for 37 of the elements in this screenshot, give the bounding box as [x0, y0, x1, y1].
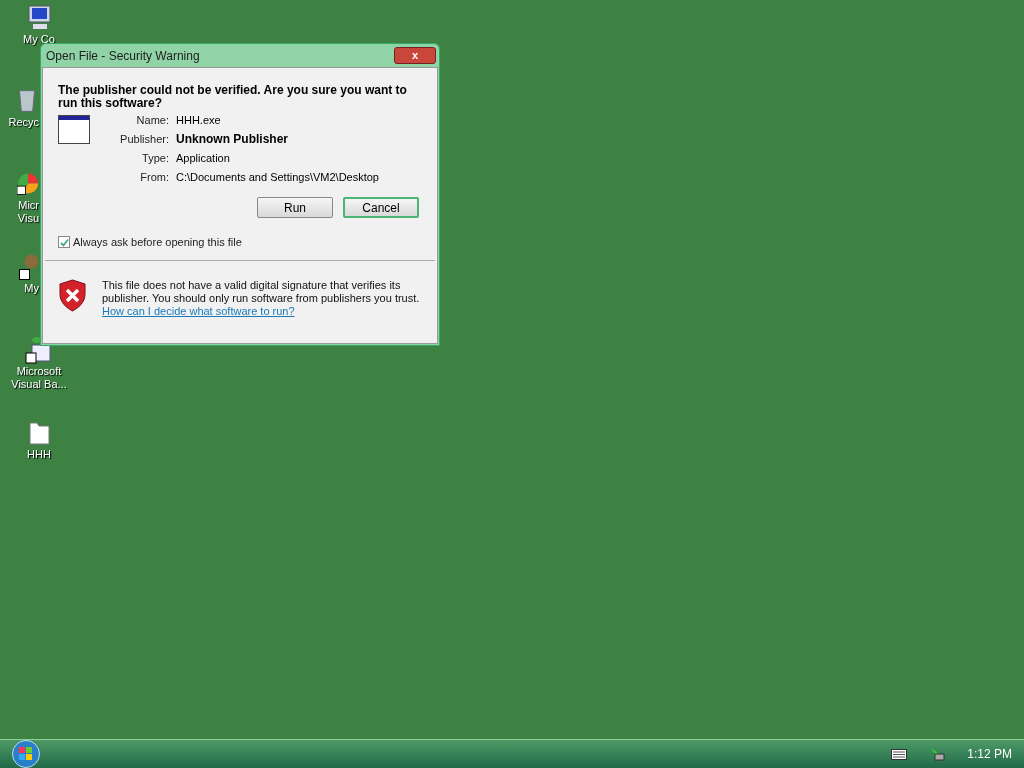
- field-value: Application: [176, 151, 231, 165]
- pie-chart-icon: [17, 171, 39, 197]
- close-button[interactable]: x: [394, 47, 436, 64]
- field-value: Unknown Publisher: [176, 132, 289, 146]
- checkmark-icon: [59, 237, 69, 247]
- icon-label: My: [24, 282, 39, 295]
- signature-warning: This file does not have a valid digital signature that verifies its publisher. You should only run software from publishers you trust.: [102, 278, 421, 305]
- icon-label: Microsoft: [16, 365, 62, 378]
- field-label: Name:: [135, 113, 170, 127]
- icon-label: Recyc: [8, 116, 39, 129]
- network-icon[interactable]: [929, 746, 946, 762]
- clock[interactable]: 1:12 PM: [967, 745, 1012, 763]
- start-button[interactable]: [12, 740, 40, 768]
- help-link[interactable]: How can I decide what software to run?: [102, 304, 422, 318]
- warning-question: The publisher could not be verified. Are you sure you want to run this software?: [58, 84, 408, 110]
- icon-label: HHH: [27, 448, 51, 461]
- field-label: Type:: [141, 151, 170, 165]
- program-icon: [24, 335, 54, 365]
- field-value: C:\Documents and Settings\VM2\Desktop: [176, 170, 379, 184]
- field-value: HHH.exe: [176, 113, 222, 127]
- icon-label: Visu: [17, 212, 39, 225]
- checkbox-label: Always ask before opening this file: [73, 235, 242, 250]
- field-label: From:: [139, 170, 170, 184]
- checkbox[interactable]: [58, 236, 70, 249]
- application-window-icon: [58, 115, 90, 144]
- window-title: Open File - Security Warning: [46, 47, 200, 65]
- icon-label: My Co: [23, 33, 55, 46]
- keyboard-icon[interactable]: [891, 748, 908, 760]
- tools-icon: [19, 254, 39, 280]
- field-label: Publisher:: [119, 132, 170, 146]
- trash-bin-icon: [19, 90, 35, 112]
- icon-label: Micr: [18, 199, 39, 212]
- icon-label: Visual Ba...: [11, 378, 67, 391]
- dialog-button[interactable]: Run: [257, 197, 333, 218]
- dialog-button[interactable]: Cancel: [343, 197, 419, 218]
- shield-error-icon: [58, 278, 87, 312]
- windows-logo-icon: [19, 747, 33, 761]
